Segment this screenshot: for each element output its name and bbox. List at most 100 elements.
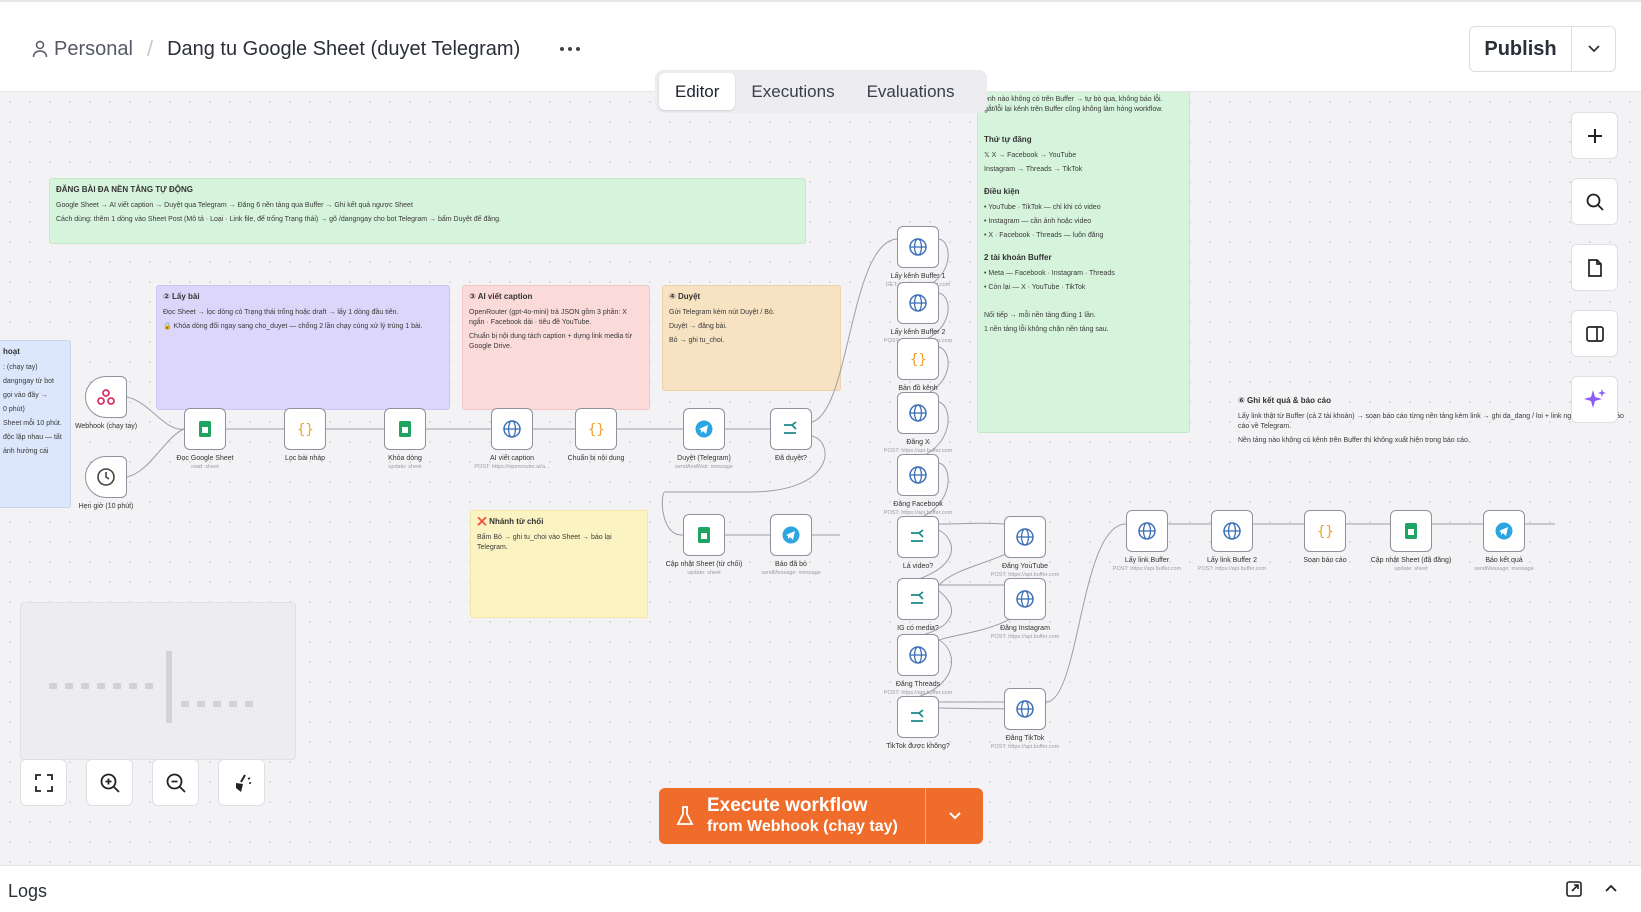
pop-out-icon[interactable]: [1565, 880, 1583, 898]
node-read-sheet[interactable]: [184, 408, 226, 450]
toggle-panel-button[interactable]: [1571, 310, 1618, 357]
node-label: Khóa dòng update: sheet: [388, 455, 422, 470]
add-sticky-note-button[interactable]: [1571, 244, 1618, 291]
tab-editor[interactable]: Editor: [659, 73, 736, 110]
add-node-button[interactable]: [1571, 112, 1618, 159]
svg-text:{}: {}: [910, 352, 927, 368]
node-label: Hẹn giờ (10 phút): [78, 503, 134, 510]
telegram-icon: [782, 526, 800, 544]
fit-view-button[interactable]: [20, 759, 67, 806]
node-ig-media[interactable]: [897, 578, 939, 620]
search-icon: [1586, 193, 1604, 211]
node-report-skip[interactable]: [770, 514, 812, 556]
chevron-down-icon: [948, 812, 961, 820]
publish-button-group: Publish: [1469, 26, 1616, 72]
logs-panel-bar[interactable]: Logs: [0, 865, 1641, 912]
node-tiktok-ok[interactable]: [897, 696, 939, 738]
node-label: Lấy link Buffer 2 POST: https://api.buffe…: [1197, 557, 1267, 572]
chevron-up-icon[interactable]: [1603, 880, 1619, 896]
globe-icon: [1138, 522, 1156, 540]
node-label: Cập nhật Sheet (đã đăng) update: sheet: [1370, 557, 1452, 572]
zoom-out-button[interactable]: [152, 759, 199, 806]
node-approve-telegram[interactable]: [683, 408, 725, 450]
node-compose-report[interactable]: {}: [1304, 510, 1346, 552]
logs-label: Logs: [8, 881, 48, 901]
webhook-icon: [97, 389, 115, 405]
publish-dropdown-button[interactable]: [1572, 27, 1615, 71]
chevron-down-icon: [1587, 45, 1600, 53]
node-label: Đọc Google Sheet read: sheet: [176, 455, 234, 470]
execute-workflow-text: Execute workflow from Webhook (chạy tay): [707, 795, 898, 837]
flask-icon: [676, 806, 694, 825]
workflow-canvas[interactable]: ĐĂNG BÀI ĐA NỀN TẢNG TỰ ĐỘNG Google Shee…: [0, 92, 1641, 865]
sparkle-icon: [1583, 388, 1606, 408]
tab-evaluations[interactable]: Evaluations: [851, 73, 971, 110]
node-buffer2[interactable]: [897, 282, 939, 324]
node-link-buffer2[interactable]: [1211, 510, 1253, 552]
workflow-title[interactable]: Dang tu Google Sheet (duyet Telegram): [167, 38, 520, 61]
execute-options-dropdown[interactable]: [926, 788, 983, 844]
node-webhook[interactable]: [85, 376, 127, 418]
zoom-in-button[interactable]: [86, 759, 133, 806]
node-label: TikTok được không?: [886, 743, 950, 750]
breadcrumb-separator: /: [146, 36, 154, 61]
google-sheets-icon: [399, 421, 411, 437]
node-post-x[interactable]: [897, 392, 939, 434]
node-is-video[interactable]: [897, 516, 939, 558]
branch-icon: [911, 529, 924, 542]
node-link-buffer1[interactable]: [1126, 510, 1168, 552]
node-report-result[interactable]: [1483, 510, 1525, 552]
search-nodes-button[interactable]: [1571, 178, 1618, 225]
google-sheets-icon: [1405, 523, 1417, 539]
node-post-threads[interactable]: [897, 634, 939, 676]
google-sheets-icon: [199, 421, 211, 437]
more-options-icon[interactable]: [560, 47, 581, 51]
branch-icon: [911, 709, 924, 722]
node-label: Lọc bài nháp: [284, 455, 326, 462]
sticky-note-icon: [1587, 258, 1602, 277]
branch-icon: [784, 421, 797, 434]
node-label: Báo đã bỏ sendMessage: message: [761, 561, 821, 576]
globe-icon: [909, 294, 927, 312]
node-prepare[interactable]: {}: [575, 408, 617, 450]
clock-icon: [97, 468, 115, 486]
node-approved-if[interactable]: [770, 408, 812, 450]
minimap[interactable]: [20, 602, 296, 760]
node-schedule[interactable]: [85, 456, 127, 498]
node-ai-caption[interactable]: [491, 408, 533, 450]
node-label: Soạn báo cáo: [1303, 557, 1347, 564]
svg-text:{}: {}: [297, 422, 314, 438]
code-icon: {}: [588, 422, 605, 438]
node-lock-row[interactable]: [384, 408, 426, 450]
breadcrumb: Personal / Dang tu Google Sheet (duyet T…: [32, 36, 581, 62]
view-tabs: Editor Executions Evaluations: [655, 70, 987, 113]
node-buffer1[interactable]: [897, 226, 939, 268]
globe-icon: [909, 404, 927, 422]
node-label: Đăng TikTok POST: https://api.buffer.com: [990, 735, 1060, 750]
tab-executions[interactable]: Executions: [735, 73, 850, 110]
globe-icon: [1016, 590, 1034, 608]
node-label: Webhook (chạy tay): [74, 423, 138, 430]
zoom-in-icon: [100, 773, 120, 793]
code-icon: {}: [1317, 524, 1334, 540]
node-update-done[interactable]: [1390, 510, 1432, 552]
node-post-tiktok[interactable]: [1004, 688, 1046, 730]
project-link[interactable]: Personal: [54, 38, 133, 61]
node-update-reject[interactable]: [683, 514, 725, 556]
node-label: Đã duyệt?: [775, 455, 807, 462]
node-map-channels[interactable]: {}: [897, 338, 939, 380]
globe-icon: [1016, 700, 1034, 718]
ai-assistant-button[interactable]: [1571, 376, 1618, 423]
execute-workflow-button[interactable]: Execute workflow from Webhook (chạy tay): [659, 788, 926, 844]
zoom-out-icon: [166, 773, 186, 793]
node-post-youtube[interactable]: [1004, 516, 1046, 558]
node-post-instagram[interactable]: [1004, 578, 1046, 620]
zoom-controls: [20, 759, 265, 806]
globe-icon: [909, 646, 927, 664]
node-filter[interactable]: {}: [284, 408, 326, 450]
tidy-up-button[interactable]: [218, 759, 265, 806]
node-label: Cập nhật Sheet (từ chối) update: sheet: [665, 561, 743, 576]
person-icon: [32, 40, 48, 58]
node-post-facebook[interactable]: [897, 454, 939, 496]
publish-button[interactable]: Publish: [1470, 27, 1572, 71]
